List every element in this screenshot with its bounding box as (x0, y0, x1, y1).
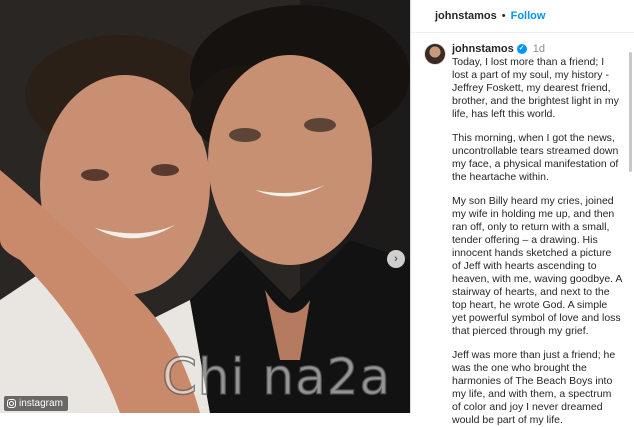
post-caption: johnstamos ✓ 1d Today, I lost more than … (411, 33, 634, 427)
avatar[interactable] (424, 43, 446, 65)
caption-paragraph: Today, I lost more than a friend; I lost… (452, 56, 619, 120)
post-photo[interactable]: › instagram Chi na2a (0, 0, 410, 413)
instagram-icon (7, 399, 16, 408)
caption-paragraph: Jeff was more than just a friend; he was… (452, 349, 616, 426)
caption-header: johnstamos ✓ 1d (452, 43, 624, 55)
header-username[interactable]: johnstamos (435, 10, 497, 22)
header-separator: • (501, 10, 506, 22)
next-photo-button[interactable]: › (387, 250, 405, 268)
chevron-right-icon: › (394, 252, 398, 265)
caption-paragraph: My son Billy heard my cries, joined my w… (452, 195, 622, 337)
credit-text: instagram (19, 398, 63, 409)
caption-username[interactable]: johnstamos (452, 43, 514, 55)
caption-paragraph: This morning, when I got the news, uncon… (452, 132, 619, 183)
scrollbar[interactable] (629, 52, 632, 172)
post-time[interactable]: 1d (533, 43, 545, 55)
post-header: johnstamos • Follow (411, 0, 634, 33)
follow-button[interactable]: Follow (511, 10, 546, 22)
instagram-credit: instagram (4, 396, 68, 411)
verified-badge-icon: ✓ (516, 44, 527, 54)
post-sidebar: johnstamos • Follow johnstamos ✓ 1d Toda… (410, 0, 634, 426)
watermark: Chi na2a (161, 348, 392, 406)
